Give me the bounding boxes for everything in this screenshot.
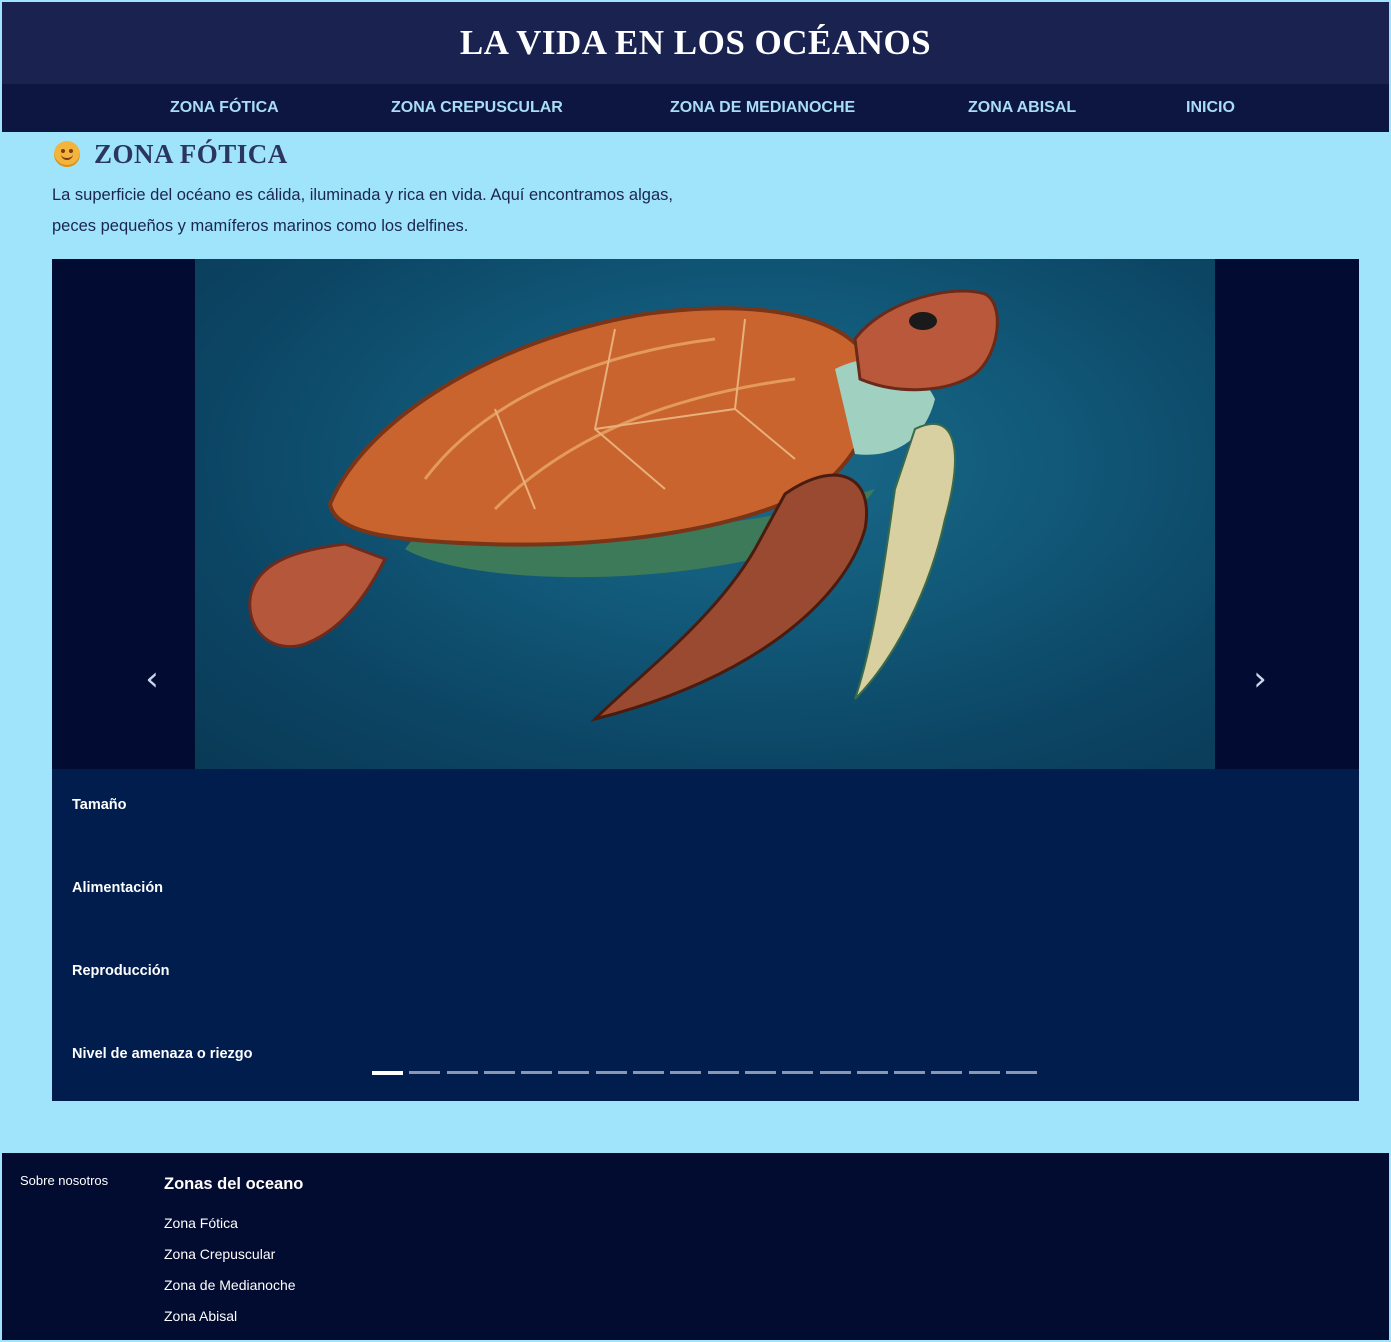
site-header: LA VIDA EN LOS OCÉANOS — [2, 2, 1389, 84]
nav-item-inicio[interactable]: INICIO — [1186, 84, 1235, 132]
carousel-indicator[interactable] — [670, 1071, 702, 1074]
carousel-indicator[interactable] — [409, 1071, 441, 1074]
footer-link-zona-crepuscular[interactable]: Zona Crepuscular — [164, 1246, 296, 1277]
carousel-indicator[interactable] — [372, 1071, 403, 1075]
footer-link-zona-abisal[interactable]: Zona Abisal — [164, 1308, 296, 1339]
footer-about-link[interactable]: Sobre nosotros — [20, 1173, 108, 1188]
carousel-indicator[interactable] — [856, 1071, 888, 1074]
site-title: LA VIDA EN LOS OCÉANOS — [459, 23, 932, 62]
sea-turtle-illustration — [248, 289, 999, 722]
smiling-face-icon — [54, 141, 80, 167]
section-heading: ZONA FÓTICA — [54, 138, 288, 170]
nav-item-zona-medianoche[interactable]: ZONA DE MEDIANOCHE — [670, 84, 855, 132]
chevron-right-icon[interactable]: › — [1245, 659, 1275, 699]
info-label-size: Tamaño — [72, 797, 127, 813]
carousel-indicators — [372, 1071, 1043, 1077]
info-label-reproduction: Reproducción — [72, 963, 170, 979]
carousel-indicator[interactable] — [521, 1071, 553, 1074]
carousel-indicator[interactable] — [782, 1071, 814, 1074]
carousel-indicator[interactable] — [819, 1071, 851, 1074]
footer-zone-links: Zona Fótica Zona Crepuscular Zona de Med… — [164, 1215, 296, 1339]
carousel-indicator[interactable] — [931, 1071, 963, 1074]
footer-zones-heading: Zonas del oceano — [164, 1175, 304, 1193]
carousel-indicator[interactable] — [446, 1071, 478, 1074]
footer-link-zona-medianoche[interactable]: Zona de Medianoche — [164, 1277, 296, 1308]
page-frame: LA VIDA EN LOS OCÉANOS ZONA FÓTICA ZONA … — [2, 2, 1389, 1340]
description-line-1: La superficie del océano es cálida, ilum… — [52, 186, 673, 204]
footer-link-zona-fotica[interactable]: Zona Fótica — [164, 1215, 296, 1246]
chevron-left-icon[interactable]: ‹ — [137, 659, 167, 699]
carousel-indicator[interactable] — [1006, 1071, 1038, 1074]
carousel-indicator[interactable] — [707, 1071, 739, 1074]
main-nav: ZONA FÓTICA ZONA CREPUSCULAR ZONA DE MED… — [2, 84, 1389, 132]
carousel-indicator[interactable] — [558, 1071, 590, 1074]
species-carousel: ‹ › Tamaño Alimentación Reproducción Niv… — [52, 259, 1359, 1101]
sea-turtle-image — [195, 259, 1215, 769]
carousel-indicator[interactable] — [595, 1071, 627, 1074]
carousel-indicator[interactable] — [744, 1071, 776, 1074]
nav-item-zona-crepuscular[interactable]: ZONA CREPUSCULAR — [391, 84, 563, 132]
slide-area: ‹ › — [52, 259, 1359, 769]
carousel-indicator[interactable] — [894, 1071, 926, 1074]
carousel-indicator[interactable] — [483, 1071, 515, 1074]
carousel-indicator[interactable] — [968, 1071, 1000, 1074]
info-label-threat-level: Nivel de amenaza o riezgo — [72, 1046, 253, 1062]
description-line-2: peces pequeños y mamíferos marinos como … — [52, 217, 469, 235]
nav-item-zona-abisal[interactable]: ZONA ABISAL — [968, 84, 1076, 132]
zone-description: La superficie del océano es cálida, ilum… — [52, 180, 812, 242]
info-label-diet: Alimentación — [72, 880, 164, 896]
species-info-list: Tamaño Alimentación Reproducción Nivel d… — [72, 797, 472, 1129]
carousel-indicator[interactable] — [633, 1071, 665, 1074]
site-footer: Sobre nosotros Zonas del oceano Zona Fót… — [2, 1153, 1389, 1340]
nav-item-zona-fotica[interactable]: ZONA FÓTICA — [170, 84, 279, 132]
zone-title: ZONA FÓTICA — [94, 138, 288, 169]
